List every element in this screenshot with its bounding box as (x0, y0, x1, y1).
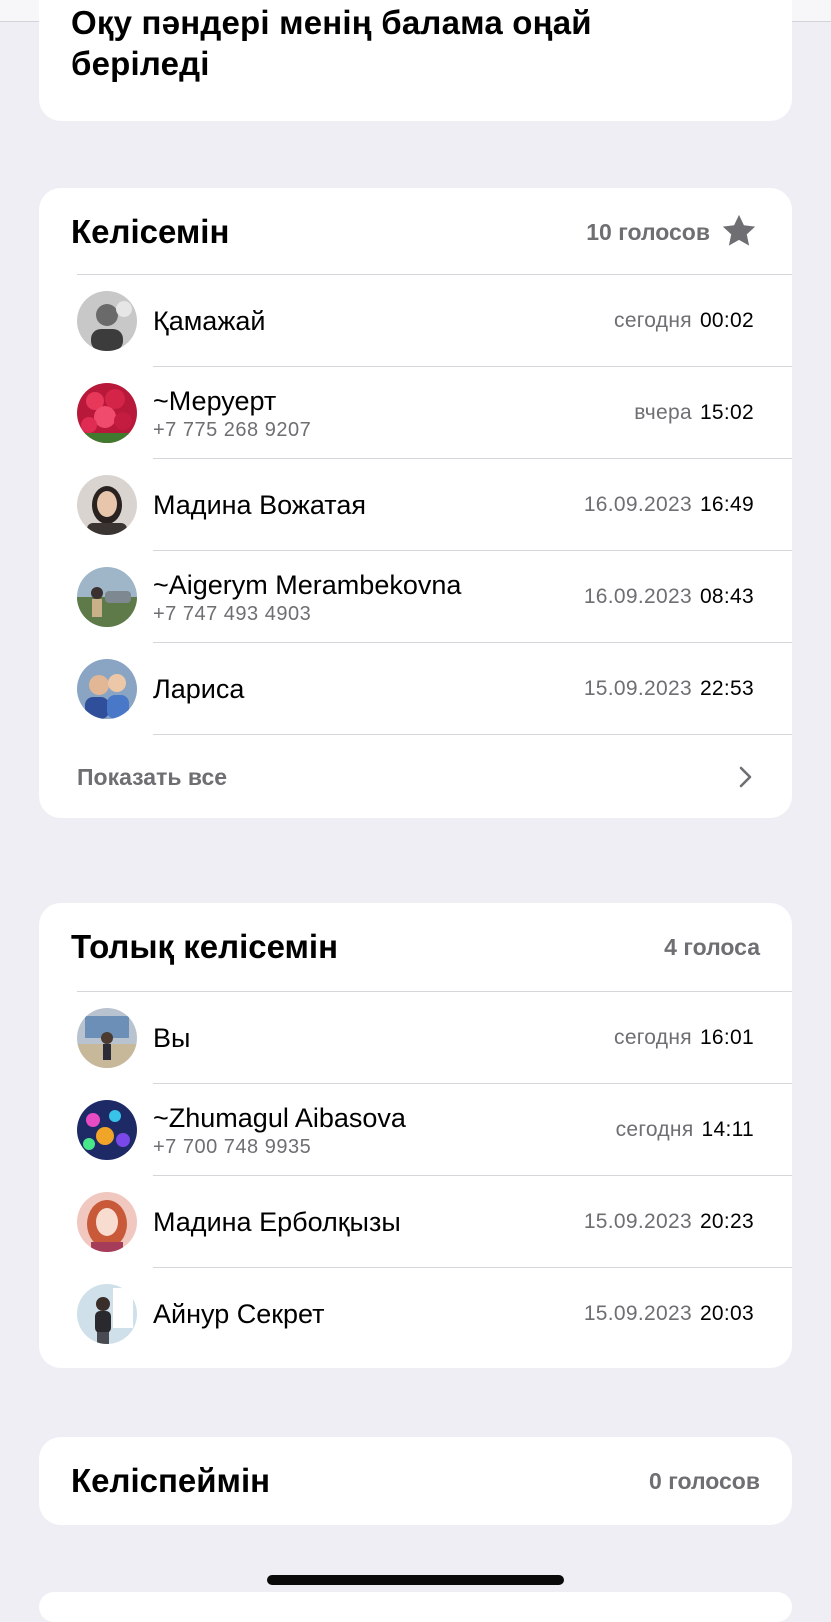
vote-date: 15.09.2023 (583, 677, 692, 700)
vote-timestamp: 16.09.2023 08:43 (584, 551, 754, 645)
show-all-button[interactable]: Показать все (39, 735, 792, 818)
vote-time: 15:02 (699, 401, 754, 424)
voter-name: Қамажай (153, 306, 266, 336)
avatar (77, 1284, 137, 1344)
voter-row[interactable]: ~Zhumagul Aibasova +7 700 748 9935 сегод… (39, 1084, 792, 1176)
chevron-right-icon (739, 766, 752, 788)
question-card: Оқу пәндері менің балама оңай беріледі (39, 0, 792, 121)
vote-time: 20:23 (699, 1210, 754, 1233)
show-all-label: Показать все (77, 764, 228, 790)
avatar (77, 1100, 137, 1160)
avatar (77, 567, 137, 627)
vote-timestamp: 15.09.2023 22:53 (584, 643, 754, 737)
vote-count: 10 голосов (586, 219, 710, 245)
option-header: Келіспеймін 0 голосов (39, 1437, 792, 1525)
option-card-agree: Келісемін 10 голосов Қамажай сегодня 00:0… (39, 188, 792, 818)
option-title: Толық келісемін (71, 928, 339, 965)
option-title: Келісемін (71, 213, 230, 250)
vote-time: 16:01 (699, 1026, 754, 1049)
option-title: Келіспеймін (71, 1462, 271, 1499)
avatar (77, 1008, 137, 1068)
avatar (77, 659, 137, 719)
vote-date: сегодня (614, 1026, 692, 1049)
voter-name: ~Zhumagul Aibasova (153, 1103, 406, 1133)
vote-timestamp: сегодня 16:01 (614, 992, 754, 1086)
vote-timestamp: 15.09.2023 20:23 (584, 1176, 754, 1270)
voter-row[interactable]: Вы сегодня 16:01 (39, 992, 792, 1084)
poll-question: Оқу пәндері менің балама оңай беріледі (71, 4, 592, 82)
vote-date: 15.09.2023 (583, 1210, 692, 1233)
home-indicator[interactable] (267, 1575, 564, 1585)
voter-name: Мадина Вожатая (153, 490, 366, 520)
voter-name: Лариса (153, 674, 245, 704)
voter-row[interactable]: Қамажай сегодня 00:02 (39, 275, 792, 367)
voter-phone: +7 747 493 4903 (153, 603, 312, 625)
vote-time: 20:03 (699, 1302, 754, 1325)
voter-phone: +7 700 748 9935 (153, 1136, 312, 1158)
avatar (77, 475, 137, 535)
option-header: Келісемін 10 голосов (39, 188, 792, 276)
star-icon[interactable] (720, 212, 758, 250)
voter-row[interactable]: ~Aigerym Merambekovna +7 747 493 4903 16… (39, 551, 792, 643)
vote-time: 22:53 (699, 677, 754, 700)
vote-time: 00:02 (699, 309, 754, 332)
vote-count: 4 голоса (664, 934, 760, 960)
option-card-disagree: Келіспеймін 0 голосов (39, 1437, 792, 1525)
vote-time: 16:49 (699, 493, 754, 516)
vote-date: 16.09.2023 (583, 493, 692, 516)
vote-date: 15.09.2023 (583, 1302, 692, 1325)
voter-row[interactable]: Айнур Секрет 15.09.2023 20:03 (39, 1268, 792, 1360)
voter-name: Вы (153, 1023, 191, 1053)
vote-time: 14:11 (701, 1118, 754, 1141)
avatar (77, 1192, 137, 1252)
vote-timestamp: 15.09.2023 20:03 (584, 1268, 754, 1362)
vote-date: сегодня (614, 309, 692, 332)
vote-date: сегодня (615, 1118, 694, 1141)
voter-row[interactable]: Лариса 15.09.2023 22:53 (39, 643, 792, 735)
vote-timestamp: 16.09.2023 16:49 (584, 459, 754, 553)
option-card-fully-agree: Толық келісемін 4 голоса Вы сегодня 16:01… (39, 903, 792, 1368)
vote-timestamp: сегодня 14:11 (616, 1084, 754, 1178)
voter-row[interactable]: Мадина Вожатая 16.09.2023 16:49 (39, 459, 792, 551)
vote-date: вчера (634, 401, 692, 424)
next-card-edge (39, 1592, 792, 1622)
vote-time: 08:43 (699, 585, 754, 608)
vote-count: 0 голосов (649, 1468, 760, 1494)
avatar (77, 383, 137, 443)
voter-row[interactable]: Мадина Ерболқызы 15.09.2023 20:23 (39, 1176, 792, 1268)
avatar (77, 291, 137, 351)
voter-name: ~Меруерт (153, 386, 277, 416)
option-header: Толық келісемін 4 голоса (39, 903, 792, 991)
voter-name: Мадина Ерболқызы (153, 1207, 401, 1237)
vote-timestamp: сегодня 00:02 (614, 275, 754, 369)
vote-date: 16.09.2023 (583, 585, 692, 608)
voter-phone: +7 775 268 9207 (153, 419, 312, 441)
vote-timestamp: вчера 15:02 (634, 367, 754, 461)
voter-row[interactable]: ~Меруерт +7 775 268 9207 вчера 15:02 (39, 367, 792, 459)
voter-name: Айнур Секрет (153, 1299, 325, 1329)
voter-name: ~Aigerym Merambekovna (153, 570, 462, 600)
